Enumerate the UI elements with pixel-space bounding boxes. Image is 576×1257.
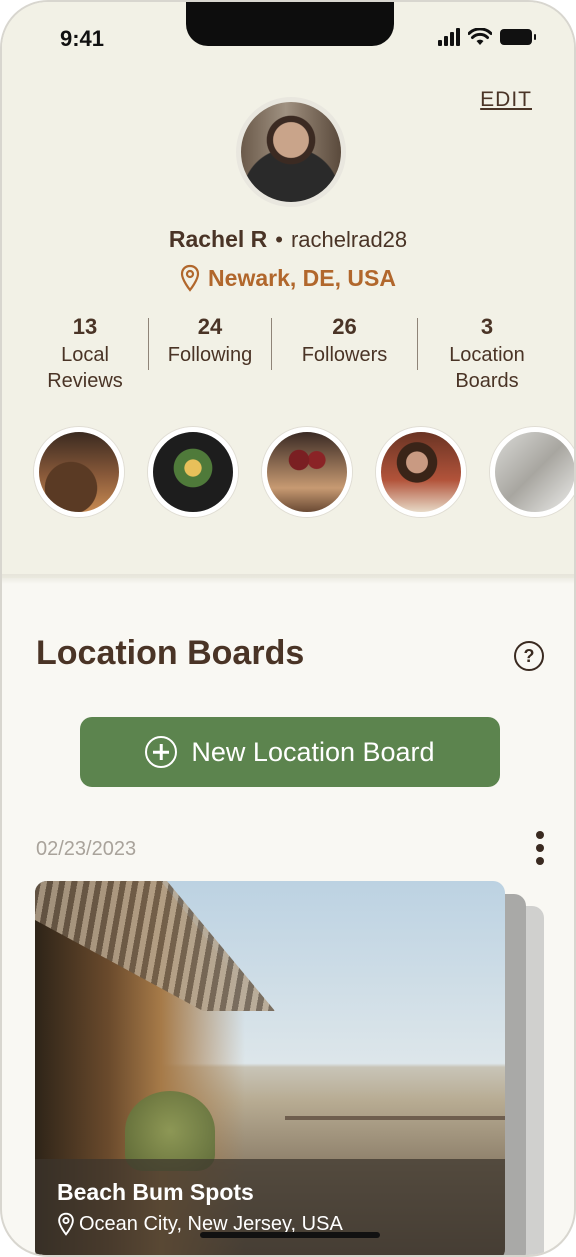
phone-screen: 9:41 EDIT Rachel R • rachelrad28 Newark, D…: [0, 0, 576, 1257]
plus-circle-icon: [145, 736, 178, 768]
profile-location: Newark, DE, USA: [2, 264, 574, 292]
location-pin-icon: [180, 264, 200, 292]
stat-label: Boards: [455, 370, 519, 392]
stat-label: Location: [449, 344, 525, 366]
board-date: 02/23/2023: [36, 838, 137, 860]
story-thumbnail[interactable]: [490, 427, 574, 517]
story-thumbnail[interactable]: [376, 427, 466, 517]
status-time: 9:41: [60, 26, 105, 51]
stat-following[interactable]: 24 Following: [149, 314, 271, 394]
section-divider: [2, 574, 574, 584]
story-thumbnail[interactable]: [262, 427, 352, 517]
card-caption: Beach Bum Spots Ocean City, New Jersey, …: [35, 1159, 505, 1255]
board-title: Beach Bum Spots: [57, 1179, 254, 1205]
help-icon[interactable]: ?: [514, 641, 544, 671]
wifi-icon: [468, 28, 492, 45]
story-thumbnail[interactable]: [148, 427, 238, 517]
stat-value: 24: [197, 314, 223, 339]
section-title: Location Boards: [36, 634, 305, 672]
stat-local-reviews[interactable]: 13 Local Reviews: [22, 314, 148, 394]
stat-label: Reviews: [47, 370, 123, 392]
story-highlights: [34, 427, 574, 517]
battery-icon: [500, 29, 536, 45]
status-icons: [438, 28, 536, 46]
name-separator: •: [275, 227, 283, 252]
location-pin-icon: [58, 1212, 74, 1236]
device-notch: [186, 2, 394, 46]
profile-username: rachelrad28: [290, 227, 408, 252]
profile-name: Rachel R: [168, 226, 268, 252]
stat-label: Followers: [301, 344, 388, 366]
stat-label: Following: [167, 344, 253, 366]
new-location-board-label: New Location Board: [191, 736, 435, 767]
stat-value: 26: [332, 314, 357, 339]
stat-value: 3: [480, 314, 494, 339]
location-board-card[interactable]: Beach Bum Spots Ocean City, New Jersey, …: [35, 881, 505, 1255]
card-photo-detail: [285, 1116, 505, 1120]
profile-location-text: Newark, DE, USA: [208, 264, 396, 291]
signal-icon: [438, 28, 460, 46]
profile-name-row: Rachel R • rachelrad28: [2, 226, 574, 253]
profile-stats: 13 Local Reviews 24 Following 26 Followe…: [22, 314, 558, 394]
stat-value: 13: [72, 314, 98, 339]
more-options-icon[interactable]: [534, 831, 546, 865]
home-indicator[interactable]: [200, 1232, 380, 1238]
edit-profile-link[interactable]: EDIT: [480, 88, 532, 112]
new-location-board-button[interactable]: New Location Board: [80, 717, 500, 787]
stat-label: Local: [61, 344, 109, 366]
story-thumbnail[interactable]: [34, 427, 124, 517]
stat-location-boards[interactable]: 3 Location Boards: [418, 314, 556, 394]
stat-followers[interactable]: 26 Followers: [272, 314, 417, 394]
avatar[interactable]: [236, 97, 346, 207]
